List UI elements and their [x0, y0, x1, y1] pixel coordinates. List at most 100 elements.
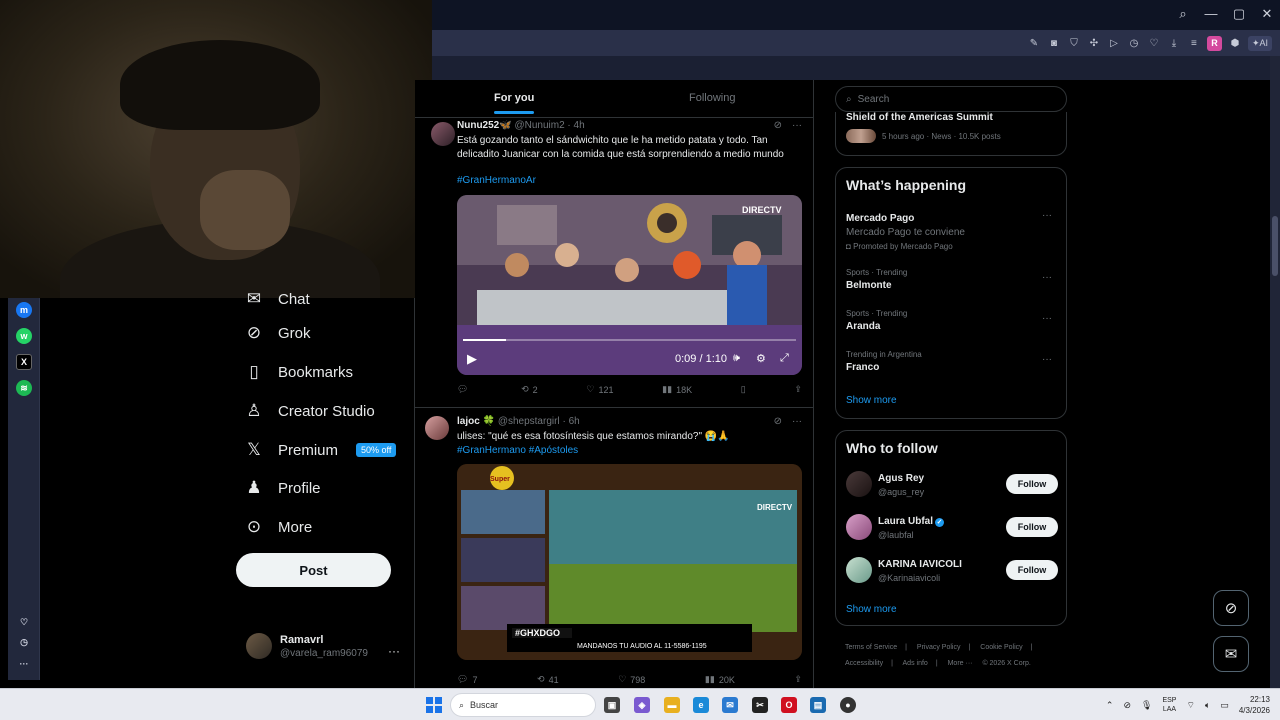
account-switcher[interactable]: Ramavrl @varela_ram96079: [246, 633, 368, 659]
profile-avatar-icon[interactable]: R: [1206, 35, 1222, 51]
follow-button[interactable]: Follow: [1006, 474, 1058, 494]
nav-item-premium[interactable]: 𝕏 Premium 50% off: [244, 437, 397, 463]
settings-icon[interactable]: ⚙: [756, 352, 766, 365]
tab-following[interactable]: Following: [689, 92, 735, 104]
mail-app-icon[interactable]: ✉: [722, 697, 738, 713]
store-icon[interactable]: ▤: [810, 697, 826, 713]
volume-icon[interactable]: 🔈︎: [1205, 700, 1210, 711]
spotify-icon[interactable]: ≋: [16, 380, 32, 396]
battery-icon[interactable]: ▭: [1220, 700, 1229, 711]
grok-floating-button[interactable]: ⊘: [1213, 590, 1249, 626]
user-name[interactable]: Agus Rey: [878, 473, 924, 484]
follow-button[interactable]: Follow: [1006, 517, 1058, 537]
tweet-author-handle[interactable]: @Nunuim2: [514, 120, 564, 131]
widgets-icon[interactable]: ◈: [634, 697, 650, 713]
tweet-video[interactable]: DIRECTV ▶ 0:09 / 1:10 🕪 ⚙ ⤢: [457, 195, 802, 375]
repost-button[interactable]: ⟲ 41: [537, 674, 559, 685]
show-more-link[interactable]: Show more: [846, 395, 897, 406]
trend-more-icon[interactable]: ···: [1042, 210, 1052, 221]
obs-icon[interactable]: ●: [840, 697, 856, 713]
play-icon[interactable]: ▶: [467, 351, 477, 367]
nav-item-bookmarks[interactable]: ▯ Bookmarks: [244, 359, 353, 385]
capcut-icon[interactable]: ✂: [752, 697, 768, 713]
tweet-image[interactable]: #GHXDGO MANDANOS TU AUDIO AL 11-5586-119…: [457, 464, 802, 660]
avatar[interactable]: [846, 514, 872, 540]
messages-floating-button[interactable]: ✉: [1213, 636, 1249, 672]
edge-icon[interactable]: e: [693, 697, 709, 713]
search-icon[interactable]: ⌕: [1176, 6, 1190, 22]
post-button[interactable]: Post: [236, 553, 391, 587]
play-icon[interactable]: ▷: [1107, 36, 1121, 50]
footer-ads-info[interactable]: Ads info: [903, 660, 928, 667]
history-icon[interactable]: ◷: [16, 634, 32, 650]
trend-item[interactable]: Trending in Argentina Franco ···: [846, 350, 1058, 373]
suggested-user[interactable]: KARINA IAVICOLI @Karinaiavicoli Follow: [846, 557, 1058, 587]
footer-privacy[interactable]: Privacy Policy: [917, 644, 961, 651]
shield-icon[interactable]: ⛉: [1067, 36, 1081, 50]
language-indicator[interactable]: ESP LAA: [1162, 696, 1176, 714]
tweet-author-handle[interactable]: @shepstargirl: [498, 416, 560, 427]
taskbar-search[interactable]: ⌕ Buscar: [450, 693, 596, 717]
cube-icon[interactable]: ⬢: [1228, 36, 1242, 50]
download-icon[interactable]: ⤓: [1167, 36, 1181, 50]
more-icon[interactable]: ···: [792, 416, 802, 427]
heart-icon[interactable]: ♡: [16, 614, 32, 630]
extension-icon[interactable]: ✣: [1087, 36, 1101, 50]
avatar[interactable]: [846, 557, 872, 583]
minimize-icon[interactable]: —: [1204, 6, 1218, 22]
nav-item-profile[interactable]: ♟ Profile: [244, 475, 320, 501]
follow-button[interactable]: Follow: [1006, 560, 1058, 580]
tweet-hashtags[interactable]: #GranHermanoAr: [457, 174, 802, 188]
like-button[interactable]: ♡ 798: [618, 674, 645, 685]
user-name[interactable]: Laura Ubfal ✓: [878, 516, 945, 527]
scrollbar-thumb[interactable]: [1272, 216, 1278, 276]
fullscreen-icon[interactable]: ⤢: [780, 352, 789, 365]
nav-item-more[interactable]: ⊙ More: [244, 514, 312, 540]
share-button[interactable]: ⇪: [794, 674, 802, 685]
news-card[interactable]: Shield of the Americas Summit 5 hours ag…: [835, 112, 1067, 156]
nav-item-grok[interactable]: ⊘ Grok: [244, 320, 311, 346]
grok-icon[interactable]: ⊘: [774, 120, 782, 131]
footer-terms[interactable]: Terms of Service: [845, 644, 897, 651]
clock[interactable]: 22:13 4/3/2026: [1239, 694, 1270, 716]
tweet-time[interactable]: 6h: [569, 416, 580, 427]
views-button[interactable]: ▮▮ 18K: [662, 384, 692, 395]
search-input[interactable]: ⌕ Search: [835, 86, 1067, 112]
x-icon[interactable]: X: [16, 354, 32, 370]
edit-icon[interactable]: ✎: [1027, 36, 1041, 50]
user-name[interactable]: KARINA IAVICOLI: [878, 559, 962, 570]
grok-icon[interactable]: ⊘: [774, 416, 782, 427]
more-icon[interactable]: ···: [16, 656, 32, 672]
tweet[interactable]: Nunu252🦋 @Nunuim2 · 4h ⊘ ··· Está gozand…: [415, 118, 813, 408]
tab-for-you[interactable]: For you: [494, 92, 535, 114]
avatar[interactable]: [431, 122, 455, 146]
menu-icon[interactable]: ≡: [1187, 36, 1201, 50]
trend-more-icon[interactable]: ···: [1042, 354, 1052, 365]
footer-cookie[interactable]: Cookie Policy: [980, 644, 1022, 651]
ai-button[interactable]: ✦AI: [1247, 35, 1272, 51]
tweet-hashtags[interactable]: #GranHermano #Apóstoles: [457, 444, 802, 458]
share-button[interactable]: ⇪: [794, 384, 802, 395]
avatar[interactable]: [425, 416, 449, 440]
suggested-user[interactable]: Agus Rey @agus_rey Follow: [846, 471, 1058, 501]
camera-icon[interactable]: ◙: [1047, 36, 1061, 50]
nav-item-creator-studio[interactable]: ♙ Creator Studio: [244, 398, 374, 424]
messenger-icon[interactable]: m: [16, 302, 32, 318]
account-more-icon[interactable]: ···: [388, 644, 400, 658]
show-more-link[interactable]: Show more: [846, 604, 897, 615]
volume-icon[interactable]: 🕪: [733, 352, 740, 365]
footer-more[interactable]: More ···: [948, 660, 973, 667]
trend-more-icon[interactable]: ···: [1042, 313, 1052, 324]
video-progress-track[interactable]: [463, 339, 796, 341]
like-button[interactable]: ♡ 121: [586, 384, 613, 395]
more-icon[interactable]: ···: [792, 120, 802, 131]
page-scrollbar[interactable]: [1270, 56, 1280, 688]
history-icon[interactable]: ◷: [1127, 36, 1141, 50]
maximize-icon[interactable]: ▢: [1232, 6, 1246, 22]
tweet[interactable]: lajoc 🍀 @shepstargirl · 6h ⊘ ··· ulises:…: [415, 408, 813, 688]
reply-button[interactable]: 💬︎: [457, 384, 472, 395]
tweet-time[interactable]: 4h: [574, 120, 585, 131]
windows-start-icon[interactable]: [426, 697, 442, 713]
trend-item[interactable]: Mercado Pago Mercado Pago te conviene ◘ …: [846, 210, 1058, 251]
avatar[interactable]: [846, 471, 872, 497]
